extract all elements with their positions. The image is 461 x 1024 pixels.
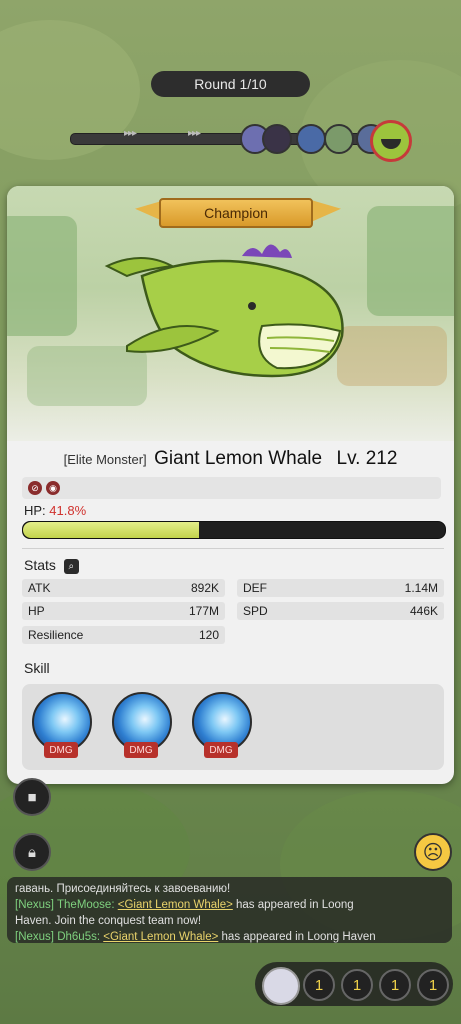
monster-name: Giant Lemon Whale [154,448,323,469]
dmg-tag: DMG [124,742,158,758]
chat-monster-link[interactable]: <Giant Lemon Whale> [103,931,218,943]
track-arrows: ▸▸▸ [124,128,137,139]
monster-title-row: [Elite Monster] Giant Lemon Whale Lv. 21… [7,448,454,470]
player-avatar[interactable] [262,967,300,1005]
stat-value: 1.14M [404,581,438,595]
skill-slot[interactable]: DMG [112,692,172,758]
hp-percent: 41.8% [49,503,87,518]
skill-heading: Skill [24,660,50,676]
round-indicator: Round 1/10 [151,71,310,97]
stat-value: 120 [198,628,219,642]
chat-user[interactable]: TheMoose: [57,899,115,911]
hp-bar-fill [23,522,200,538]
boss-portrait[interactable] [370,120,412,162]
chat-channel: [Nexus] [15,931,54,943]
stats-title: Stats [24,557,56,573]
chat-user[interactable]: Dh6u5s: [57,931,100,943]
stat-spd: SPD 446K [237,602,444,620]
chat-channel: [Nexus] [15,899,54,911]
chat-monster-link[interactable]: <Giant Lemon Whale> [118,899,233,911]
stat-value: 446K [409,604,438,618]
chat-line: Haven. Join the conquest team now! [15,915,202,927]
badge-wing [311,200,341,222]
track-arrows: ▸▸▸ [188,128,201,139]
lock-icon[interactable]: 🔒︎ [13,833,51,871]
emoji-face-icon[interactable]: ☹ [414,833,452,871]
stats-heading: Stats ⌕ [24,557,79,574]
monster-info-card: Champion [Elite Monster] Giant Lemon Wha… [7,186,454,784]
count-badge[interactable]: 1 [417,969,449,1001]
stat-label: ATK [28,581,51,595]
chat-text: has appeared in Loong [236,899,354,911]
champion-badge: Champion [159,198,313,228]
stat-def: DEF 1.14M [237,579,444,597]
stat-label: DEF [243,581,267,595]
stat-resilience: Resilience 120 [22,626,225,644]
chat-panel[interactable]: гавань. Присоединяйтесь к завоеванию! [N… [7,877,452,943]
hp-bar [22,521,446,539]
monster-level: Lv. 212 [336,448,398,469]
magnifier-icon[interactable]: ⌕ [63,558,79,574]
stat-hp: HP 177M [22,602,225,620]
count-badge[interactable]: 1 [379,969,411,1001]
skill-slot[interactable]: DMG [32,692,92,758]
count-badge[interactable]: 1 [303,969,335,1001]
dmg-tag: DMG [44,742,78,758]
stat-value: 892K [190,581,219,595]
elite-tag: [Elite Monster] [63,452,147,467]
count-badge[interactable]: 1 [341,969,373,1001]
speech-bubble-icon[interactable]: ◉ [46,481,60,495]
stat-atk: ATK 892K [22,579,225,597]
stat-value: 177M [188,604,219,618]
trait-bar: ⊘ ◉ [22,477,441,499]
chat-text: has appeared in Loong Haven [221,931,376,943]
hero-portrait[interactable] [324,124,354,154]
crossed-circle-icon[interactable]: ⊘ [28,481,42,495]
chat-line: [Nexus] Dh6u5s: <Giant Lemon Whale> has … [15,929,444,943]
skill-slot[interactable]: DMG [192,692,252,758]
hp-label-text: HP: [24,503,46,518]
video-camera-icon[interactable]: ■ [13,778,51,816]
divider [22,548,444,549]
stat-label: Resilience [28,628,84,642]
chat-line: [Nexus] TheMoose: <Giant Lemon Whale> ha… [15,897,444,913]
giant-lemon-whale-image [104,244,344,378]
monster-scene: Champion [7,186,454,441]
dmg-tag: DMG [204,742,238,758]
skills-panel: DMG DMG DMG [22,684,444,770]
hp-label: HP: 41.8% [24,503,86,518]
hero-portrait[interactable] [296,124,326,154]
stat-label: HP [28,604,45,618]
stat-label: SPD [243,604,268,618]
chat-line: гавань. Присоединяйтесь к завоеванию! [15,883,231,895]
hero-portrait[interactable] [262,124,292,154]
